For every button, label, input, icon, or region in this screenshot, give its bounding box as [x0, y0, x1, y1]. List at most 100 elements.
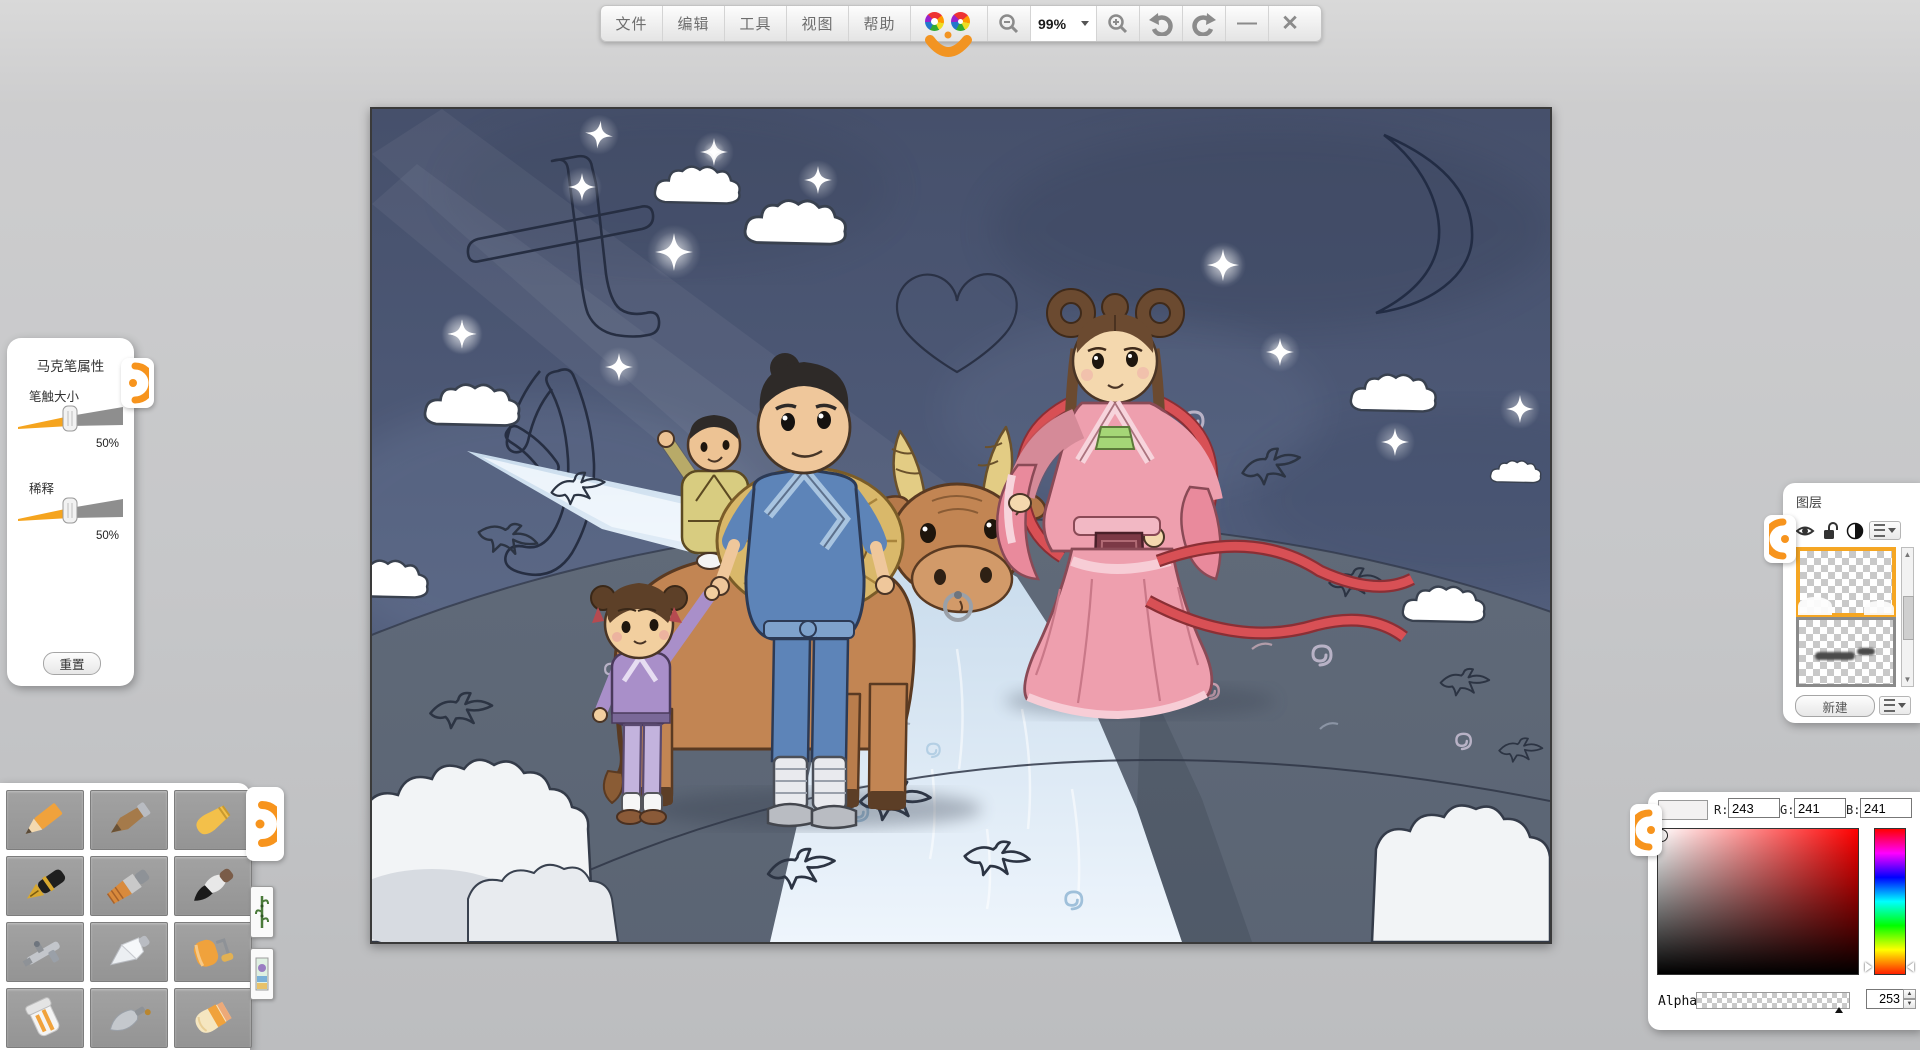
minimize-button[interactable]: —	[1226, 6, 1269, 41]
alpha-spin-up[interactable]: ▲	[1903, 989, 1916, 999]
tool-crayon[interactable]	[174, 790, 252, 850]
menu-tools[interactable]: 工具	[725, 6, 787, 41]
zoom-in-button[interactable]	[1097, 6, 1140, 41]
brush-size-slider[interactable]	[18, 404, 123, 432]
zoom-level-value: 99%	[1038, 15, 1067, 32]
alpha-marker-icon[interactable]	[1835, 1007, 1843, 1013]
tool-eraser[interactable]	[174, 988, 252, 1048]
brush-size-label: 笔触大小	[29, 390, 80, 404]
tool-flat-brush[interactable]	[90, 856, 168, 916]
reset-button[interactable]: 重置	[43, 652, 101, 675]
close-button[interactable]: ✕	[1269, 6, 1311, 41]
tool-ink-brush[interactable]	[174, 856, 252, 916]
layer-options-button[interactable]	[1879, 696, 1911, 715]
green-label: G:	[1780, 803, 1795, 817]
blue-input[interactable]	[1860, 798, 1912, 818]
paint-knife-icon	[110, 935, 150, 966]
tool-palette-knife[interactable]	[90, 988, 168, 1048]
layer-thumbnail-selected[interactable]	[1796, 547, 1896, 617]
charcoal-stick-icon	[110, 802, 151, 833]
tool-fountain-pen[interactable]	[6, 856, 84, 916]
alpha-slider[interactable]	[1696, 992, 1850, 1013]
palette-knife-icon	[109, 1006, 151, 1031]
layers-panel-collapse-handle[interactable]	[1764, 515, 1796, 563]
slider-handle[interactable]	[62, 405, 78, 432]
zoom-in-magnifier-icon	[1108, 13, 1128, 33]
alpha-spinner: ▲ ▼	[1903, 989, 1916, 1009]
picture-stamp-button[interactable]	[250, 948, 274, 1000]
color-panel-collapse-handle[interactable]	[1630, 804, 1662, 856]
blue-label: B:	[1846, 803, 1861, 817]
menu-view[interactable]: 视图	[787, 6, 849, 41]
tool-pencil[interactable]	[6, 790, 84, 850]
airbrush-icon	[22, 940, 60, 967]
tool-charcoal[interactable]	[90, 790, 168, 850]
dilution-label: 稀释	[29, 482, 55, 496]
tools-panel-collapse-handle[interactable]	[246, 787, 284, 861]
dropdown-arrow-icon	[1081, 21, 1089, 26]
undo-button[interactable]	[1140, 6, 1183, 41]
scroll-up-icon[interactable]: ▲	[1902, 548, 1913, 561]
menu-edit[interactable]: 编辑	[663, 6, 725, 41]
menu-help[interactable]: 帮助	[849, 6, 911, 41]
bamboo-stamp-button[interactable]	[250, 886, 274, 938]
tool-airbrush[interactable]	[6, 922, 84, 982]
hue-marker-right-icon[interactable]	[1907, 962, 1914, 972]
mini-picture-icon	[255, 957, 269, 991]
menu-file[interactable]: 文件	[601, 6, 663, 41]
layer-thumbnail[interactable]	[1796, 617, 1896, 687]
tools-palette-panel	[0, 783, 252, 1050]
paint-jar-icon	[25, 997, 60, 1037]
eraser-icon	[195, 1001, 232, 1033]
orange-crescent-icon	[1635, 809, 1655, 851]
red-label: R:	[1714, 803, 1729, 817]
tool-paint-knife[interactable]	[90, 922, 168, 982]
orange-crescent-icon	[1769, 518, 1789, 560]
tool-paint-roller[interactable]	[174, 922, 252, 982]
orange-crescent-icon	[255, 801, 277, 847]
close-icon: ✕	[1281, 12, 1299, 35]
dropdown-arrow-icon	[1898, 703, 1906, 708]
drawing-canvas[interactable]	[0, 107, 1920, 1050]
layer-list	[1796, 547, 1896, 687]
pencil-icon	[25, 803, 63, 834]
qixi-artwork	[0, 109, 1920, 1050]
dropdown-arrow-icon	[1888, 528, 1896, 533]
alpha-input[interactable]	[1866, 989, 1904, 1009]
layer-scrollbar[interactable]: ▲ ▼	[1901, 547, 1914, 687]
saturation-value-picker[interactable]	[1655, 828, 1859, 975]
layers-panel-title: 图层	[1796, 495, 1823, 510]
minimize-icon: —	[1237, 12, 1257, 34]
dilution-slider[interactable]	[18, 496, 123, 524]
layer-menu-button[interactable]	[1869, 521, 1901, 540]
scroll-down-icon[interactable]: ▼	[1902, 673, 1913, 686]
alpha-spin-down[interactable]: ▼	[1903, 999, 1916, 1009]
redo-button[interactable]	[1183, 6, 1226, 41]
zoom-out-button[interactable]	[988, 6, 1031, 41]
hue-bar[interactable]	[1874, 828, 1906, 975]
undo-arrow-icon	[1149, 12, 1173, 36]
zoom-level-dropdown[interactable]: 99%	[1031, 6, 1097, 41]
tool-paint-jar[interactable]	[6, 988, 84, 1048]
smile-icon	[925, 31, 972, 57]
marker-properties-panel: 马克笔属性 笔触大小 50% 稀释 50% 重置	[7, 338, 134, 686]
slider-handle[interactable]	[62, 497, 78, 524]
color-picker-panel: R: G: B: Alpha ▲ ▼	[1648, 792, 1920, 1030]
rainbow-eye-left-icon	[925, 12, 944, 31]
crayon-icon	[196, 805, 231, 835]
new-layer-button[interactable]: 新建	[1795, 695, 1875, 717]
unlocked-padlock-icon[interactable]	[1821, 522, 1841, 540]
visibility-eye-icon[interactable]	[1795, 522, 1815, 540]
main-toolbar: 文件 编辑 工具 视图 帮助 99% — ✕	[600, 5, 1322, 57]
rainbow-eye-right-icon	[951, 12, 970, 31]
menu-lines-icon	[1884, 699, 1895, 712]
app-logo-button[interactable]	[911, 6, 988, 57]
red-input[interactable]	[1728, 798, 1780, 818]
marker-panel-collapse-handle[interactable]	[121, 358, 154, 408]
ink-brush-icon	[194, 868, 234, 901]
green-input[interactable]	[1794, 798, 1846, 818]
hue-marker-left-icon[interactable]	[1865, 962, 1872, 972]
scrollbar-thumb[interactable]	[1903, 596, 1914, 640]
zoom-out-magnifier-icon	[999, 13, 1019, 33]
blend-half-circle-icon[interactable]	[1845, 522, 1865, 540]
